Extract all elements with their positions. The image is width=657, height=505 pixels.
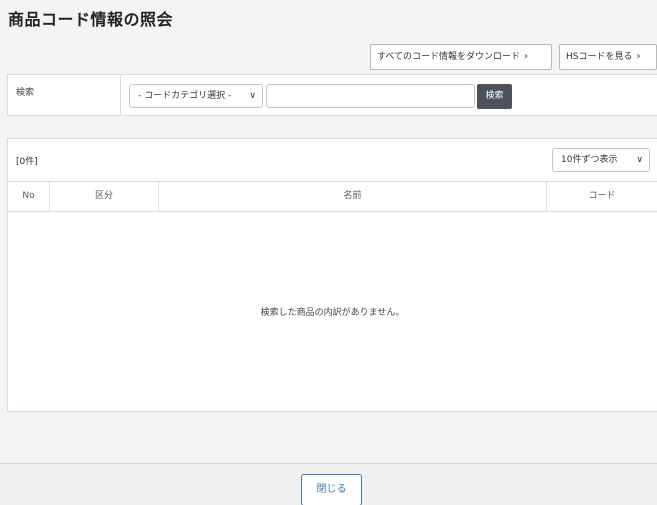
column-header-no[interactable]: No [8,182,50,211]
column-header-name[interactable]: 名前 [159,182,547,211]
search-label: 検索 [8,75,121,115]
column-header-code[interactable]: コード [547,182,657,211]
page-title: 商品コード情報の照会 [8,10,174,29]
view-hs-code-label: HSコードを見る [566,52,633,62]
result-count: [0件] [16,157,38,167]
code-category-selected: - コードカテゴリ選択 - [138,91,232,101]
view-hs-code-button[interactable]: HSコードを見る › [559,44,657,70]
code-category-select[interactable]: - コードカテゴリ選択 - ∨ [129,84,263,108]
close-button[interactable]: 閉じる [301,474,362,505]
per-page-selected: 10件ずつ表示 [561,155,618,165]
search-input[interactable] [266,84,475,108]
footer-bar: 閉じる [0,463,657,505]
results-panel: [0件] 10件ずつ表示 ∨ No 区分 名前 コード 検索した商品の内訳があり… [7,138,657,412]
download-all-codes-label: すべてのコード情報をダウンロード [377,52,521,62]
chevron-down-icon: ∨ [249,91,256,101]
column-header-category[interactable]: 区分 [50,182,159,211]
chevron-right-icon: › [636,51,641,62]
empty-results-message: 検索した商品の内訳がありません。 [260,308,405,318]
search-panel: 検索 - コードカテゴリ選択 - ∨ 検索 [7,74,657,116]
per-page-select[interactable]: 10件ずつ表示 ∨ [552,148,650,172]
download-all-codes-button[interactable]: すべてのコード情報をダウンロード › [370,44,552,70]
chevron-right-icon: › [524,51,529,62]
table-header: No 区分 名前 コード [8,181,657,212]
search-button[interactable]: 検索 [477,84,512,109]
chevron-down-icon: ∨ [636,155,643,165]
